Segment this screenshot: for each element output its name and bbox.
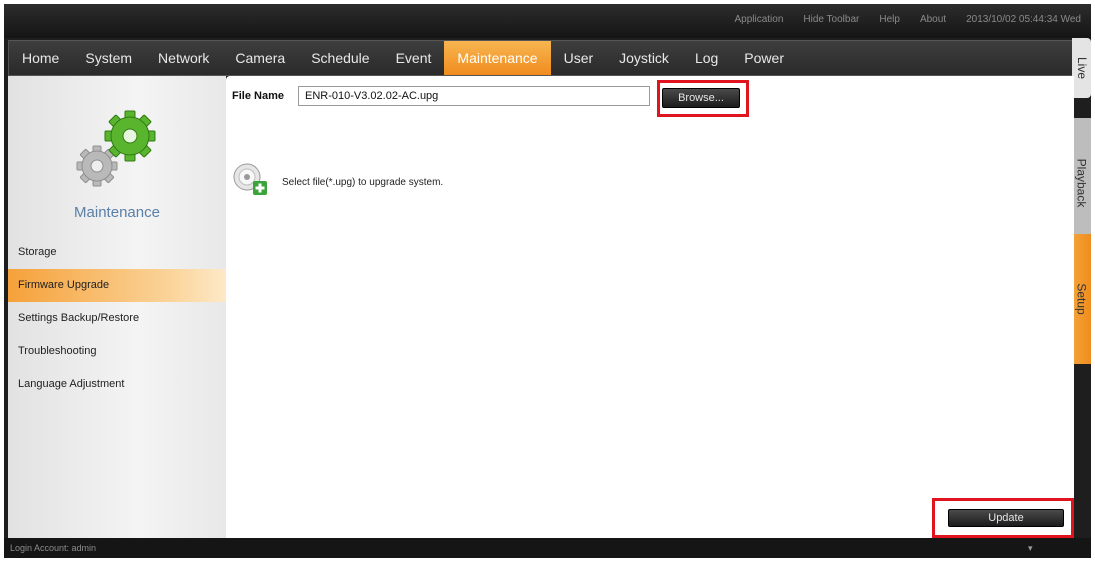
sidebar-item-settings-backup-restore[interactable]: Settings Backup/Restore [8,302,226,335]
nav-schedule[interactable]: Schedule [298,41,382,75]
nav-power[interactable]: Power [731,41,797,75]
tab-setup-label: Setup [1074,283,1089,315]
app-window: Application Hide Toolbar Help About 2013… [4,4,1091,558]
speaker-icon[interactable]: ▾ [1028,543,1033,554]
top-toolbar: Application Hide Toolbar Help About 2013… [4,4,1091,38]
nav-joystick[interactable]: Joystick [606,41,682,75]
about-link[interactable]: About [920,14,946,25]
tab-playback-label: Playback [1074,158,1089,208]
nav-maintenance[interactable]: Maintenance [444,41,551,75]
sidebar-title: Maintenance [74,204,160,221]
content-panel: File Name Browse... Select file(*.upg) t… [226,76,1074,538]
nav-system[interactable]: System [72,41,145,75]
cd-install-icon [232,162,268,198]
gears-icon [72,108,162,198]
nav-event[interactable]: Event [383,41,445,75]
sidebar-menu: Storage Firmware Upgrade Settings Backup… [8,236,226,401]
file-name-label: File Name [232,90,284,102]
nav-user[interactable]: User [551,41,607,75]
tab-setup[interactable]: Setup [1072,234,1091,364]
nav-home[interactable]: Home [9,41,72,75]
hide-toolbar-link[interactable]: Hide Toolbar [803,14,859,25]
sidebar-item-troubleshooting[interactable]: Troubleshooting [8,335,226,368]
status-bar: Login Account: admin ▾ [4,538,1091,558]
sidebar-item-language-adjustment[interactable]: Language Adjustment [8,368,226,401]
nav-camera[interactable]: Camera [222,41,298,75]
sidebar-item-storage[interactable]: Storage [8,236,226,269]
sidebar: Maintenance Storage Firmware Upgrade Set… [8,76,226,538]
datetime-display: 2013/10/02 05:44:34 Wed [966,14,1081,25]
tab-playback[interactable]: Playback [1072,118,1091,248]
browse-button[interactable]: Browse... [662,88,740,108]
login-account-text: Login Account: admin [10,543,97,553]
tab-live[interactable]: Live [1072,38,1091,98]
sidebar-item-firmware-upgrade[interactable]: Firmware Upgrade [8,269,226,302]
side-tabs: Live Playback Setup [1072,38,1091,538]
update-button[interactable]: Update [948,509,1064,527]
file-name-input[interactable] [298,86,650,106]
tab-live-label: Live [1074,56,1089,80]
help-link[interactable]: Help [879,14,900,25]
toolbar-links: Application Hide Toolbar Help About 2013… [734,14,1081,25]
main-nav: Home System Network Camera Schedule Even… [8,40,1074,76]
application-link[interactable]: Application [734,14,783,25]
nav-log[interactable]: Log [682,41,731,75]
upgrade-instruction-text: Select file(*.upg) to upgrade system. [282,177,444,188]
nav-network[interactable]: Network [145,41,222,75]
